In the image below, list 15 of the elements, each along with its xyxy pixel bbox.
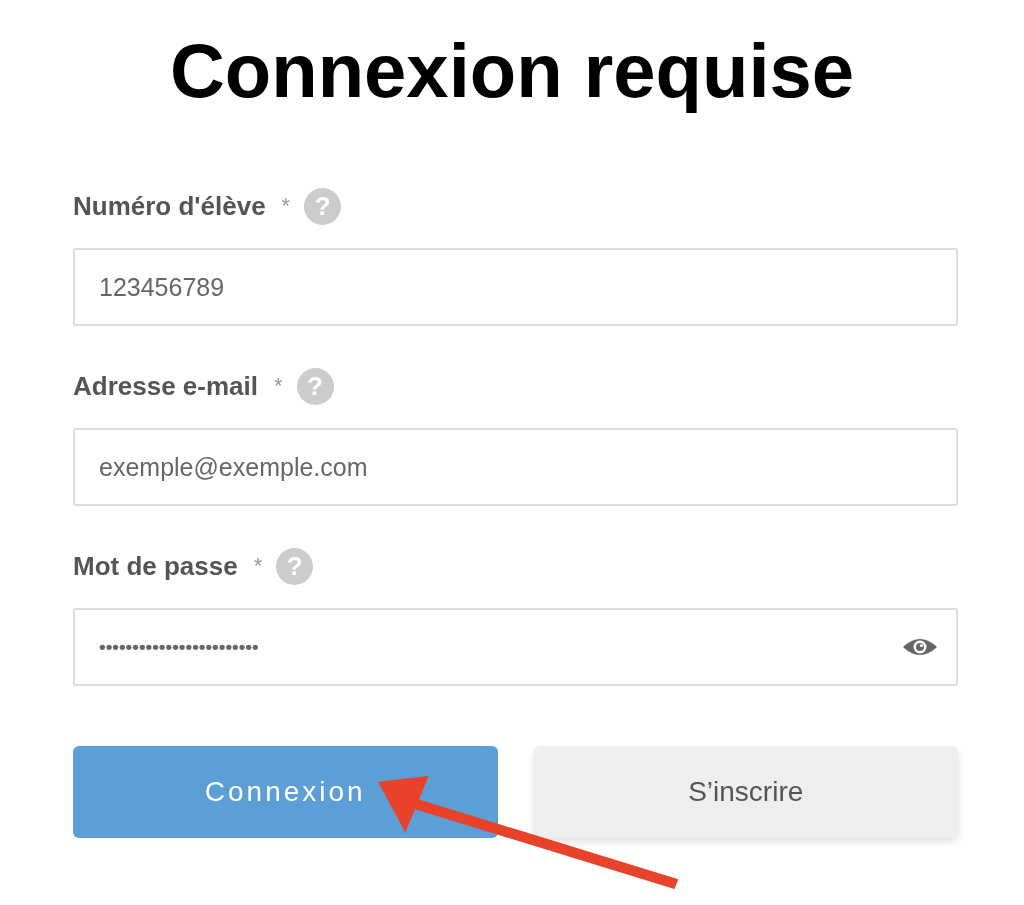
input-field[interactable]: 123456789 bbox=[73, 248, 958, 326]
input-field[interactable]: exemple@exemple.com bbox=[73, 428, 958, 506]
help-icon[interactable]: ? bbox=[304, 187, 342, 225]
field-label: Numéro d'élève bbox=[73, 190, 266, 222]
required-mark: * bbox=[281, 193, 291, 219]
required-mark: * bbox=[253, 553, 263, 579]
help-icon[interactable]: ? bbox=[296, 367, 334, 405]
login-button[interactable]: Connexion bbox=[73, 746, 498, 838]
required-mark: * bbox=[274, 373, 283, 399]
page-title: Connexion requise bbox=[168, 27, 856, 115]
signup-button[interactable]: S’inscrire bbox=[533, 746, 958, 838]
field-label: Adresse e-mail bbox=[73, 370, 258, 402]
field-label: Mot de passe bbox=[73, 550, 238, 582]
help-icon[interactable]: ? bbox=[276, 547, 314, 585]
password-field[interactable]: •••••••••••••••••••••••• bbox=[73, 608, 958, 686]
